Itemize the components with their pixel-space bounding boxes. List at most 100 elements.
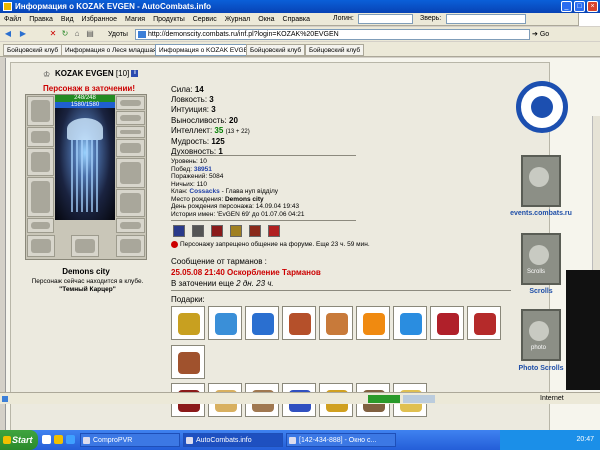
maximize-button[interactable]: □ <box>574 1 585 12</box>
bracer-slot[interactable] <box>27 235 55 257</box>
close-button[interactable]: × <box>587 1 598 12</box>
left-splitter[interactable] <box>0 58 6 430</box>
medal-icon[interactable] <box>173 225 185 237</box>
scrolls-banner[interactable]: Scrolls <box>521 233 561 285</box>
gift-item[interactable] <box>282 306 316 340</box>
quicklaunch-icon[interactable] <box>54 435 63 444</box>
go-label: Go <box>539 31 550 38</box>
task-comprovr[interactable]: ComproPVR <box>80 433 180 447</box>
pet-select[interactable] <box>446 14 526 24</box>
tab-club-2[interactable]: Бойцовский клуб <box>246 44 306 56</box>
status-indicator <box>368 395 400 403</box>
task-label: AutoCombats.info <box>196 437 252 444</box>
necklace-slot[interactable] <box>116 111 145 125</box>
gift-item[interactable] <box>245 306 279 340</box>
gifts-label: Подарки: <box>171 295 205 304</box>
city-name: Demons city <box>62 267 110 276</box>
medal-icon[interactable] <box>192 225 204 237</box>
helmet-slot[interactable] <box>27 96 54 126</box>
events-logo[interactable] <box>516 81 568 133</box>
wing-slot[interactable] <box>116 235 145 257</box>
boots-slot[interactable] <box>116 218 145 233</box>
medal-icon[interactable] <box>249 225 261 237</box>
menu-view[interactable]: Вид <box>57 13 78 26</box>
events-link[interactable]: events.combats.ru <box>506 210 576 217</box>
page-content: ♔ KOZAK EVGEN [10] i Персонаж в заточени… <box>0 58 600 430</box>
quicklaunch-icon[interactable] <box>42 435 51 444</box>
medal-icon[interactable] <box>211 225 223 237</box>
stats-list: Сила: 14 Ловкость: 3 Интуиция: 3 Выносли… <box>171 85 250 157</box>
login-label: Логин: <box>333 15 354 22</box>
info-panel: ♔ KOZAK EVGEN [10] i Персонаж в заточени… <box>10 62 572 430</box>
menu-products[interactable]: Продукты <box>149 13 189 26</box>
stop-icon[interactable]: ✕ <box>48 29 58 39</box>
task-chat-window[interactable]: [142-434-888] - Окно с... <box>286 433 396 447</box>
menu-edit[interactable]: Правка <box>25 13 57 26</box>
start-button[interactable]: Start <box>0 430 38 450</box>
events-banner[interactable] <box>521 155 561 207</box>
gift-item[interactable] <box>393 306 427 340</box>
leggings-slot[interactable] <box>116 189 145 217</box>
tab-club-3[interactable]: Бойцовский клуб <box>305 44 365 56</box>
stat-value: 20 <box>229 115 238 125</box>
tab-club-1[interactable]: Бойцовский клуб <box>3 44 63 56</box>
windows-logo-icon <box>578 13 600 26</box>
tab-lesya[interactable]: Информация о Леся младшая <box>61 44 161 56</box>
gift-item[interactable] <box>430 306 464 340</box>
address-bar[interactable]: http://demonscity.combats.ru/inf.pl?logi… <box>135 29 530 40</box>
quicklaunch-icon[interactable] <box>66 435 75 444</box>
forum-ban-text: Персонажу запрещено общение на форуме. Е… <box>180 241 370 249</box>
print-icon[interactable]: ▤ <box>85 29 95 39</box>
tentacles-image <box>71 140 99 212</box>
gift-item[interactable] <box>208 306 242 340</box>
weapon-slot[interactable] <box>27 148 54 176</box>
gift-item[interactable] <box>319 306 353 340</box>
belt-slot[interactable] <box>27 218 54 233</box>
armor-slot[interactable] <box>27 177 54 217</box>
gift-icon <box>437 313 459 335</box>
menu-tools[interactable]: Сервис <box>189 13 221 26</box>
gift-icon <box>326 313 348 335</box>
rings-slot[interactable] <box>116 126 145 138</box>
menu-magic[interactable]: Магия <box>121 13 149 26</box>
photo-scrolls-banner[interactable]: photo <box>521 309 561 361</box>
back-icon[interactable]: ◀ <box>3 29 13 39</box>
amulet-slot[interactable] <box>27 127 54 147</box>
start-label: Start <box>12 435 33 445</box>
minimize-button[interactable]: _ <box>561 1 572 12</box>
stat-label: Выносливость: <box>171 115 227 125</box>
menu-windows[interactable]: Окна <box>254 13 278 26</box>
shield-slot[interactable] <box>116 158 145 188</box>
gloves-slot[interactable] <box>116 139 145 157</box>
location-line2: "Темный Карцер" <box>59 286 116 293</box>
gift-item[interactable] <box>356 306 390 340</box>
udots-button[interactable]: Удоты <box>108 31 128 38</box>
go-button[interactable]: ➔ Go <box>532 29 562 40</box>
tab-kozak[interactable]: Информация о KOZAK EVGEN <box>155 44 257 56</box>
menu-help[interactable]: Справка <box>279 13 314 26</box>
home-icon[interactable]: ⌂ <box>72 29 82 39</box>
gift-item[interactable] <box>171 345 205 379</box>
earring-slot[interactable] <box>116 96 145 110</box>
task-autocombats[interactable]: AutoCombats.info <box>183 433 283 447</box>
menu-file[interactable]: Файл <box>0 13 25 26</box>
emblem-slot[interactable] <box>71 235 99 257</box>
medal-icon[interactable] <box>230 225 242 237</box>
gift-item[interactable] <box>467 306 501 340</box>
mascot-icon <box>531 96 553 118</box>
stat-str: Сила: 14 <box>171 85 250 95</box>
stat-dex: Ловкость: 3 <box>171 95 250 105</box>
menu-favorites[interactable]: Избранное <box>78 13 121 26</box>
menu-journal[interactable]: Журнал <box>221 13 255 26</box>
stat-label: Интеллект: <box>171 125 213 135</box>
info-clan: Клан: Cossacks - Глава нуп відділу <box>171 188 305 196</box>
task-label: [142-434-888] - Окно с... <box>299 437 377 444</box>
refresh-icon[interactable]: ↻ <box>60 29 70 39</box>
gift-icon <box>178 313 200 335</box>
gift-item[interactable] <box>171 306 205 340</box>
login-input[interactable] <box>358 14 413 24</box>
clan-link[interactable]: Cossacks <box>189 188 219 195</box>
info-icon[interactable]: i <box>131 70 139 78</box>
medal-icon[interactable] <box>268 225 280 237</box>
forward-icon[interactable]: ▶ <box>18 29 28 39</box>
